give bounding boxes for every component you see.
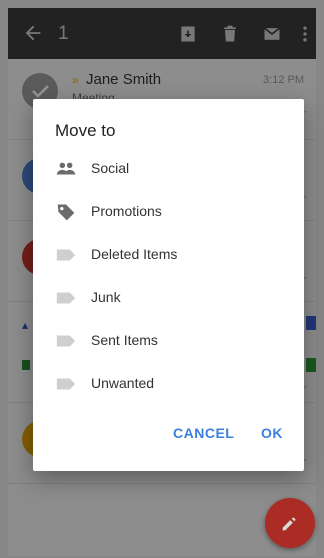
dialog-title: Move to [55,121,116,140]
move-option-social[interactable]: Social [33,149,304,189]
move-option-unwanted[interactable]: Unwanted [33,364,304,404]
label-icon [56,249,76,261]
compose-button[interactable] [265,498,315,548]
cancel-button[interactable]: CANCEL [173,425,234,441]
ok-button[interactable]: OK [261,425,283,441]
label-icon [56,335,76,347]
option-label: Sent Items [91,332,158,348]
move-option-deleted-items[interactable]: Deleted Items [33,235,304,275]
move-to-dialog: Move to Social Promotions Deleted Items … [33,99,304,471]
move-option-sent-items[interactable]: Sent Items [33,321,304,361]
move-option-promotions[interactable]: Promotions [33,192,304,232]
move-option-junk[interactable]: Junk [33,278,304,318]
option-label: Social [91,160,130,176]
tag-icon [57,204,75,221]
option-label: Deleted Items [91,246,178,262]
label-icon [56,378,76,390]
option-label: Junk [91,289,121,305]
pencil-icon [282,517,296,531]
people-icon [56,162,76,175]
option-label: Promotions [91,203,162,219]
label-icon [56,292,76,304]
option-label: Unwanted [91,375,155,391]
